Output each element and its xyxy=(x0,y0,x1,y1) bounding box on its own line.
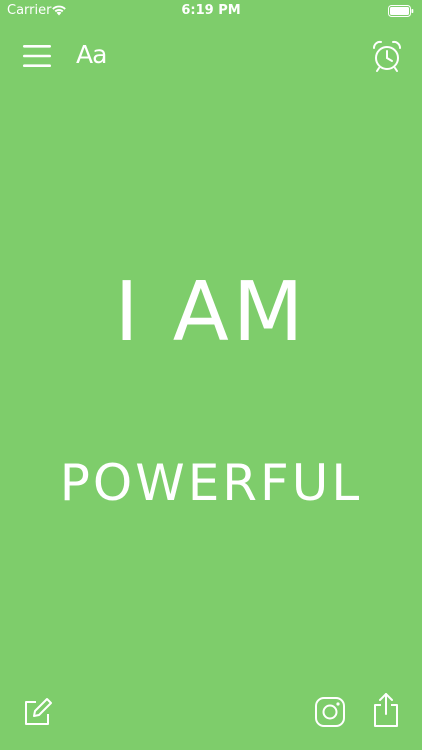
font-button[interactable]: Aa xyxy=(76,40,107,70)
alarm-clock-icon[interactable] xyxy=(370,39,404,73)
status-bar: Carrier 6:19 PM xyxy=(0,0,422,22)
hamburger-menu-icon[interactable] xyxy=(22,42,52,70)
edit-icon[interactable] xyxy=(22,696,54,728)
affirmation-screen: Carrier 6:19 PM Aa I AM POWERFUL xyxy=(0,0,422,750)
status-time: 6:19 PM xyxy=(181,3,241,18)
affirmation-line-1: I AM xyxy=(114,265,308,360)
battery-icon xyxy=(388,5,414,17)
affirmation-line-2: POWERFUL xyxy=(59,454,363,512)
instagram-icon[interactable] xyxy=(314,696,346,728)
share-icon[interactable] xyxy=(372,692,400,728)
